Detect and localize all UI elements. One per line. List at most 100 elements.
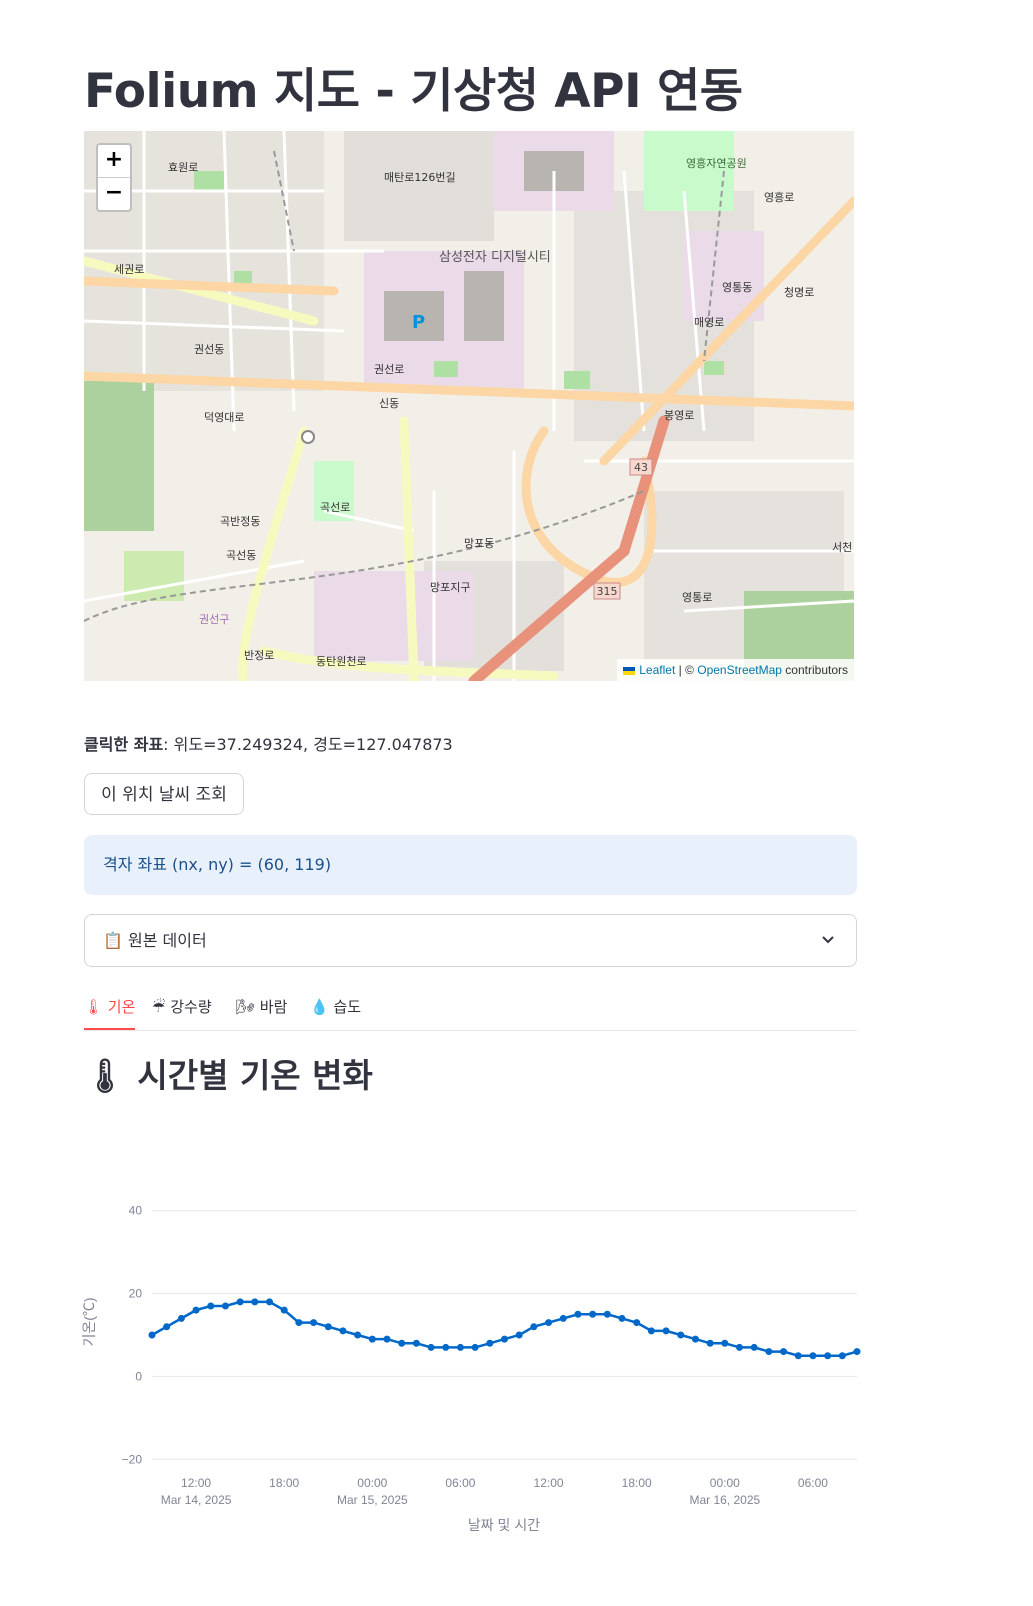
- data-point[interactable]: [383, 1335, 391, 1343]
- coords-label: 클릭한 좌표: [84, 735, 164, 754]
- data-point[interactable]: [163, 1323, 171, 1331]
- data-point[interactable]: [236, 1298, 244, 1306]
- data-point[interactable]: [736, 1343, 743, 1351]
- data-point[interactable]: [427, 1343, 435, 1351]
- map-label: 권선로: [374, 363, 404, 376]
- data-point[interactable]: [589, 1310, 597, 1318]
- data-point[interactable]: [368, 1335, 376, 1343]
- x-tick-label: 18:00: [622, 1476, 652, 1490]
- data-point[interactable]: [780, 1348, 788, 1356]
- section-title: 🌡 시간별 기온 변화: [84, 1056, 373, 1095]
- data-point[interactable]: [662, 1327, 670, 1335]
- tab-temperature[interactable]: 🌡 기온: [84, 990, 136, 1030]
- map-label: 권선동: [194, 343, 224, 356]
- tab-wind[interactable]: 🌬 바람: [236, 990, 287, 1028]
- map-label: 삼성전자 디지털시티: [439, 250, 551, 265]
- data-point[interactable]: [501, 1335, 508, 1343]
- data-point[interactable]: [574, 1310, 582, 1318]
- page-title: Folium 지도 - 기상청 API 연동: [84, 64, 743, 119]
- map-label: 망포동: [464, 537, 494, 550]
- data-point[interactable]: [794, 1352, 802, 1360]
- data-point[interactable]: [750, 1343, 758, 1351]
- tab-bar: 🌡 기온 ☔ 강수량 🌬 바람 💧 습도: [84, 990, 857, 1031]
- x-tick-label: 12:00: [181, 1476, 211, 1490]
- data-point[interactable]: [618, 1314, 626, 1322]
- data-point[interactable]: [207, 1302, 215, 1310]
- clicked-coordinates: 클릭한 좌표: 위도=37.249324, 경도=127.047873: [84, 731, 453, 755]
- data-point[interactable]: [677, 1331, 685, 1339]
- attribution-contributors: contributors: [781, 663, 848, 677]
- data-point[interactable]: [721, 1339, 729, 1347]
- x-tick-label: 00:00: [710, 1476, 740, 1490]
- data-point[interactable]: [559, 1314, 567, 1322]
- data-point[interactable]: [412, 1339, 420, 1347]
- attribution-separator: | ©: [675, 663, 698, 677]
- grid-info-box: 격자 좌표 (nx, ny) = (60, 119): [84, 835, 857, 895]
- y-tick-label: −20: [122, 1452, 143, 1466]
- data-point[interactable]: [853, 1348, 861, 1356]
- parking-marker: P: [412, 312, 425, 333]
- data-point[interactable]: [706, 1339, 714, 1347]
- map-label: 동탄원천로: [316, 654, 367, 668]
- data-point[interactable]: [442, 1343, 450, 1351]
- map-tiles[interactable]: 43 315 P 효원로 매탄로126번길 삼성전자 디지털시티 영흥자연공원 …: [84, 131, 854, 681]
- data-point[interactable]: [221, 1302, 229, 1310]
- map-label: 신동: [379, 397, 399, 410]
- zoom-in-button[interactable]: +: [98, 145, 130, 177]
- zoom-control: + −: [96, 143, 132, 212]
- x-tick-label: 00:00: [357, 1476, 387, 1490]
- map-label: 청명로: [784, 286, 814, 299]
- route-shield-label: 43: [634, 461, 648, 474]
- data-point[interactable]: [354, 1331, 362, 1339]
- data-point[interactable]: [266, 1298, 273, 1306]
- data-point[interactable]: [456, 1343, 464, 1351]
- map-label: 반정로: [244, 649, 274, 662]
- data-point[interactable]: [398, 1339, 406, 1347]
- data-point[interactable]: [633, 1319, 641, 1327]
- x-tick-date-label: Mar 15, 2025: [337, 1493, 408, 1507]
- map-label: 덕영대로: [204, 411, 244, 424]
- data-point[interactable]: [515, 1331, 523, 1339]
- data-point[interactable]: [824, 1352, 832, 1360]
- data-point[interactable]: [838, 1352, 846, 1360]
- data-point[interactable]: [148, 1331, 156, 1339]
- map-label: 서천: [832, 540, 852, 554]
- y-tick-label: 20: [129, 1287, 143, 1301]
- osm-link[interactable]: OpenStreetMap: [697, 663, 782, 677]
- map-label: 매영로: [694, 316, 724, 329]
- data-point[interactable]: [691, 1335, 699, 1343]
- data-point[interactable]: [486, 1339, 494, 1347]
- data-point[interactable]: [251, 1298, 259, 1306]
- tab-precipitation[interactable]: ☔ 강수량: [152, 990, 212, 1028]
- map-label: 영흥로: [764, 190, 794, 204]
- temperature-chart[interactable]: 40 20 0 −20 12:00 Mar 14, 2025 18:00 00:00 Mar …: [80, 1190, 870, 1550]
- data-point[interactable]: [603, 1310, 611, 1318]
- data-point[interactable]: [280, 1306, 288, 1314]
- map[interactable]: 43 315 P 효원로 매탄로126번길 삼성전자 디지털시티 영흥자연공원 …: [84, 131, 854, 681]
- data-point[interactable]: [647, 1327, 655, 1335]
- fetch-weather-button[interactable]: 이 위치 날씨 조회: [84, 773, 244, 815]
- data-point[interactable]: [471, 1343, 479, 1351]
- expander-label: 📋 원본 데이터: [103, 931, 207, 950]
- data-point[interactable]: [295, 1319, 303, 1327]
- data-point[interactable]: [545, 1319, 553, 1327]
- data-point[interactable]: [324, 1323, 332, 1331]
- data-point[interactable]: [765, 1348, 773, 1356]
- raw-data-expander[interactable]: 📋 원본 데이터: [84, 914, 857, 967]
- data-point[interactable]: [530, 1323, 538, 1331]
- data-point[interactable]: [177, 1314, 185, 1322]
- data-point[interactable]: [192, 1306, 200, 1314]
- data-point[interactable]: [310, 1319, 318, 1327]
- y-axis-label: 기온(℃): [81, 1297, 97, 1346]
- tab-humidity[interactable]: 💧 습도: [310, 990, 361, 1028]
- map-label: 영통동: [722, 281, 752, 294]
- map-label: 곡반정동: [220, 515, 260, 528]
- map-label: 곡선동: [226, 549, 256, 562]
- zoom-out-button[interactable]: −: [98, 177, 130, 210]
- map-label: 곡선로: [320, 501, 350, 514]
- map-attribution: Leaflet | © OpenStreetMap contributors: [617, 659, 854, 681]
- map-label: 세권로: [114, 263, 144, 276]
- data-point[interactable]: [809, 1352, 817, 1360]
- data-point[interactable]: [339, 1327, 347, 1335]
- leaflet-link[interactable]: Leaflet: [639, 663, 675, 677]
